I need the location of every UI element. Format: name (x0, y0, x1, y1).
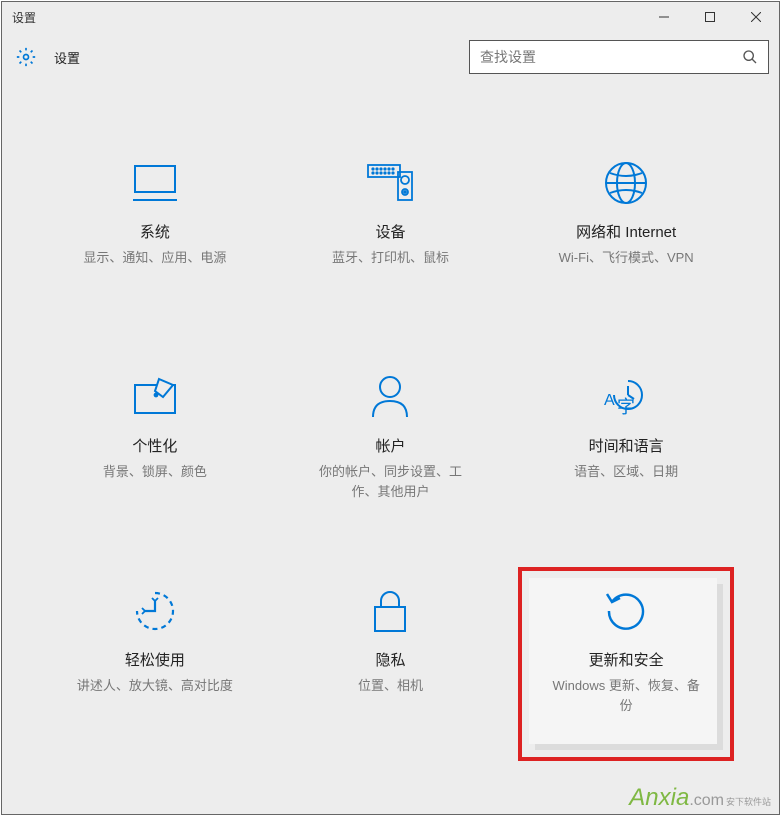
svg-text:A: A (604, 392, 615, 409)
titlebar: 设置 (2, 2, 779, 32)
search-box[interactable] (469, 40, 769, 74)
globe-icon (602, 159, 650, 207)
tile-title: 轻松使用 (125, 649, 185, 670)
tile-desc: Windows 更新、恢复、备份 (546, 676, 706, 715)
tile-desc: 显示、通知、应用、电源 (83, 248, 226, 268)
gear-icon (16, 47, 36, 67)
sync-icon (602, 587, 650, 635)
watermark-suffix: .com (689, 792, 724, 810)
tile-system[interactable]: 系统 显示、通知、应用、电源 (52, 144, 258, 328)
window-controls (641, 2, 779, 32)
tile-desc: 蓝牙、打印机、鼠标 (332, 248, 449, 268)
ease-of-access-icon (131, 587, 179, 635)
devices-icon (366, 159, 414, 207)
tile-personalization[interactable]: 个性化 背景、锁屏、颜色 (52, 358, 258, 542)
tile-title: 帐户 (375, 435, 405, 456)
tile-devices[interactable]: 设备 蓝牙、打印机、鼠标 (288, 144, 494, 328)
tile-title: 系统 (140, 221, 170, 242)
time-language-icon: A 字 (602, 373, 650, 421)
tile-title: 时间和语言 (589, 435, 664, 456)
tile-network[interactable]: 网络和 Internet Wi-Fi、飞行模式、VPN (523, 144, 729, 328)
tile-title: 网络和 Internet (576, 221, 676, 242)
tile-title: 隐私 (375, 649, 405, 670)
lock-icon (366, 587, 414, 635)
tile-privacy[interactable]: 隐私 位置、相机 (288, 572, 494, 756)
tile-update-security[interactable]: 更新和安全 Windows 更新、恢复、备份 (523, 572, 729, 756)
maximize-button[interactable] (687, 2, 733, 32)
settings-window: 设置 设置 (1, 1, 780, 815)
close-button[interactable] (733, 2, 779, 32)
tile-desc: 讲述人、放大镜、高对比度 (77, 676, 233, 696)
watermark-brand: Anxia (629, 784, 689, 812)
watermark: Anxia .com 安下软件站 (629, 784, 771, 812)
person-icon (366, 373, 414, 421)
display-icon (131, 159, 179, 207)
tile-desc: 你的帐户、同步设置、工作、其他用户 (310, 462, 470, 501)
svg-text:字: 字 (617, 397, 635, 417)
personalization-icon (131, 373, 179, 421)
search-icon (742, 49, 758, 65)
minimize-button[interactable] (641, 2, 687, 32)
tile-desc: 语音、区域、日期 (574, 462, 678, 482)
tile-desc: 位置、相机 (358, 676, 423, 696)
page-title: 设置 (54, 48, 469, 67)
tile-accounts[interactable]: 帐户 你的帐户、同步设置、工作、其他用户 (288, 358, 494, 542)
tile-desc: 背景、锁屏、颜色 (103, 462, 207, 482)
tile-title: 设备 (375, 221, 405, 242)
header: 设置 (2, 32, 779, 94)
tiles-grid: 系统 显示、通知、应用、电源 设备 蓝牙、打印机、鼠标 (2, 94, 779, 806)
tile-time-language[interactable]: A 字 时间和语言 语音、区域、日期 (523, 358, 729, 542)
tile-ease-of-access[interactable]: 轻松使用 讲述人、放大镜、高对比度 (52, 572, 258, 756)
search-input[interactable] (480, 49, 742, 65)
tile-title: 更新和安全 (589, 649, 664, 670)
tile-title: 个性化 (132, 435, 177, 456)
window-title: 设置 (12, 9, 641, 26)
tile-desc: Wi-Fi、飞行模式、VPN (559, 248, 694, 268)
watermark-sub: 安下软件站 (726, 795, 771, 808)
